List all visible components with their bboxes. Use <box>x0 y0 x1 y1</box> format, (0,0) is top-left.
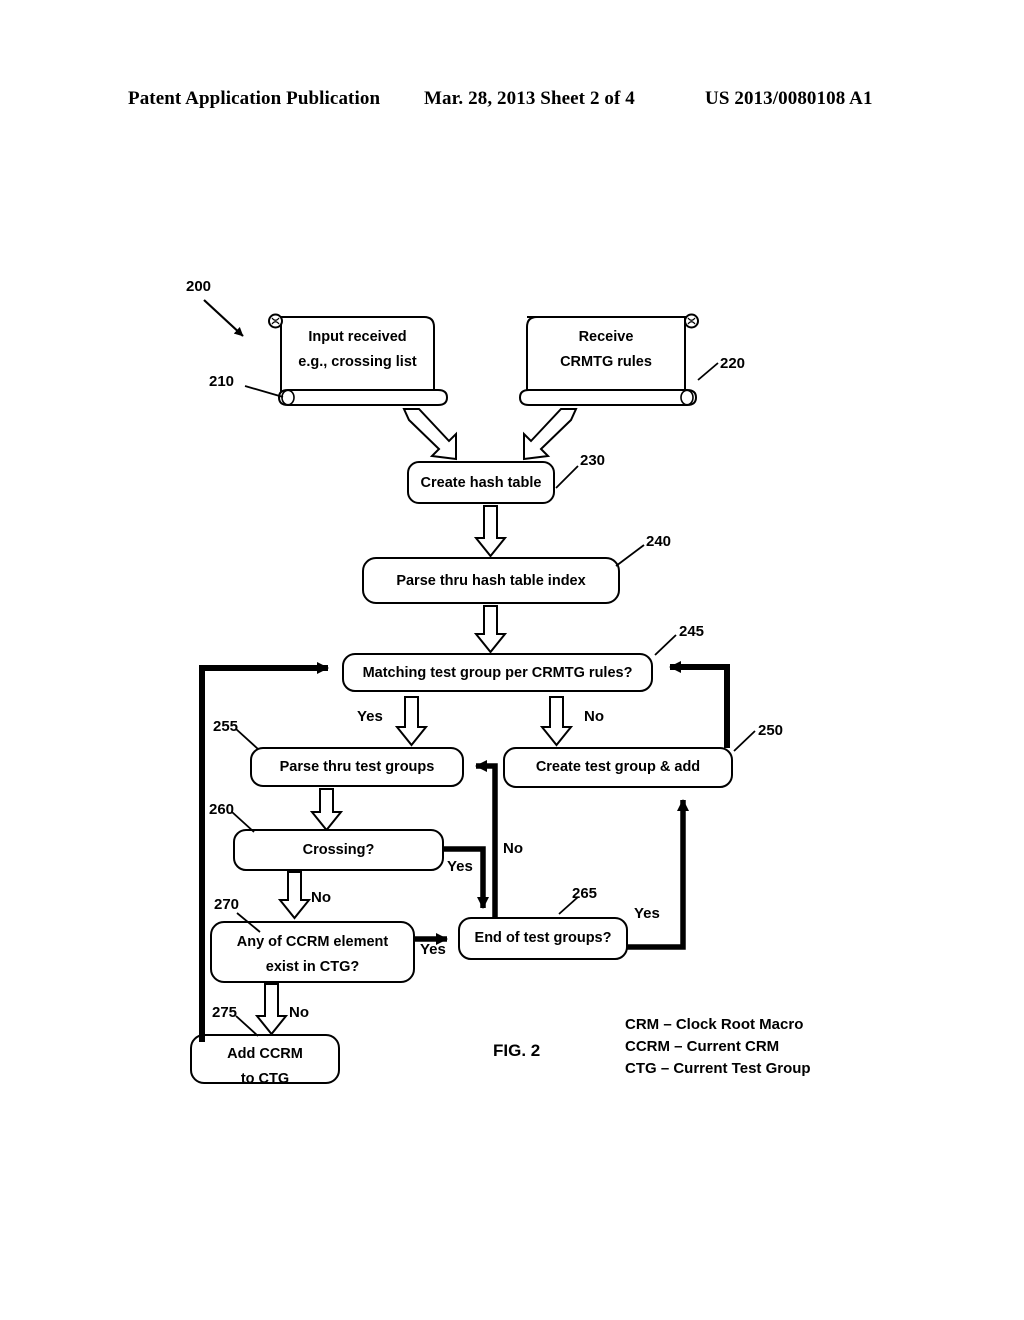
node-230-create-hash-table <box>407 461 555 504</box>
ref-230-leader <box>555 465 579 489</box>
edge-220-to-230 <box>523 408 578 461</box>
node-210-input-received <box>268 313 449 406</box>
flowchart-svg <box>190 299 756 1084</box>
ref-num-240: 240 <box>646 533 672 550</box>
edge-label-ccrm-yes: Yes <box>420 941 446 958</box>
ref-num-265: 265 <box>572 885 598 902</box>
node-270-any-ccrm-element <box>210 921 415 983</box>
ref-num-230: 230 <box>580 452 606 469</box>
ref-num-275: 275 <box>212 1004 238 1021</box>
ref-250-leader <box>733 730 756 752</box>
ref-num-250: 250 <box>758 722 784 739</box>
edge-label-ccrm-no: No <box>289 1004 309 1021</box>
node-260-crossing <box>233 829 444 871</box>
ref-210-leader <box>244 385 284 398</box>
legend-line-ccrm: CCRM – Current CRM <box>625 1038 780 1055</box>
ref-260-leader <box>231 811 255 833</box>
edge-255-to-260 <box>309 788 344 832</box>
edge-label-match-no: No <box>584 708 604 725</box>
edge-label-match-yes: Yes <box>357 708 383 725</box>
ref-240-leader <box>615 544 645 567</box>
edge-210-to-230 <box>402 408 457 461</box>
node-245-matching-test-group <box>342 653 653 692</box>
legend-line-ctg: CTG – Current Test Group <box>625 1060 811 1077</box>
ref-num-270: 270 <box>214 896 240 913</box>
node-240-parse-hash-table-index <box>362 557 620 604</box>
edge-260-no-to-270 <box>277 871 312 920</box>
edge-245-no-to-250 <box>539 696 574 747</box>
node-265-end-of-test-groups <box>458 917 628 960</box>
edge-250-to-245-loop <box>669 661 730 748</box>
ref-245-leader <box>654 634 677 656</box>
node-255-parse-thru-test-groups <box>250 747 464 787</box>
ref-220-leader <box>697 362 719 381</box>
flowchart-figure: Input received e.g., crossing list Recei… <box>0 0 1024 1320</box>
edge-245-yes-to-255 <box>394 696 429 747</box>
node-220-receive-crmtg-rules <box>518 313 699 406</box>
edge-270-no-to-275 <box>254 983 289 1036</box>
ref-255-leader <box>235 728 259 750</box>
legend-line-crm: CRM – Clock Root Macro <box>625 1016 804 1033</box>
edge-265-yes-to-250 <box>627 799 689 950</box>
node-275-add-ccrm-to-ctg <box>190 1034 340 1084</box>
node-250-create-test-group-add <box>503 747 733 788</box>
ref-num-200: 200 <box>186 278 212 295</box>
ref-200-leader <box>203 299 244 337</box>
ref-275-leader <box>235 1015 259 1037</box>
ref-num-245: 245 <box>679 623 705 640</box>
edge-label-endgroups-no: No <box>503 840 523 857</box>
edge-label-crossing-yes: Yes <box>447 858 473 875</box>
ref-num-255: 255 <box>213 718 239 735</box>
ref-num-210: 210 <box>209 373 235 390</box>
edge-label-endgroups-yes: Yes <box>634 905 660 922</box>
edge-230-to-240 <box>473 505 508 558</box>
ref-num-220: 220 <box>720 355 746 372</box>
figure-caption: FIG. 2 <box>493 1041 541 1060</box>
ref-num-260: 260 <box>209 801 235 818</box>
edge-240-to-245 <box>473 605 508 654</box>
edge-label-crossing-no: No <box>311 889 331 906</box>
